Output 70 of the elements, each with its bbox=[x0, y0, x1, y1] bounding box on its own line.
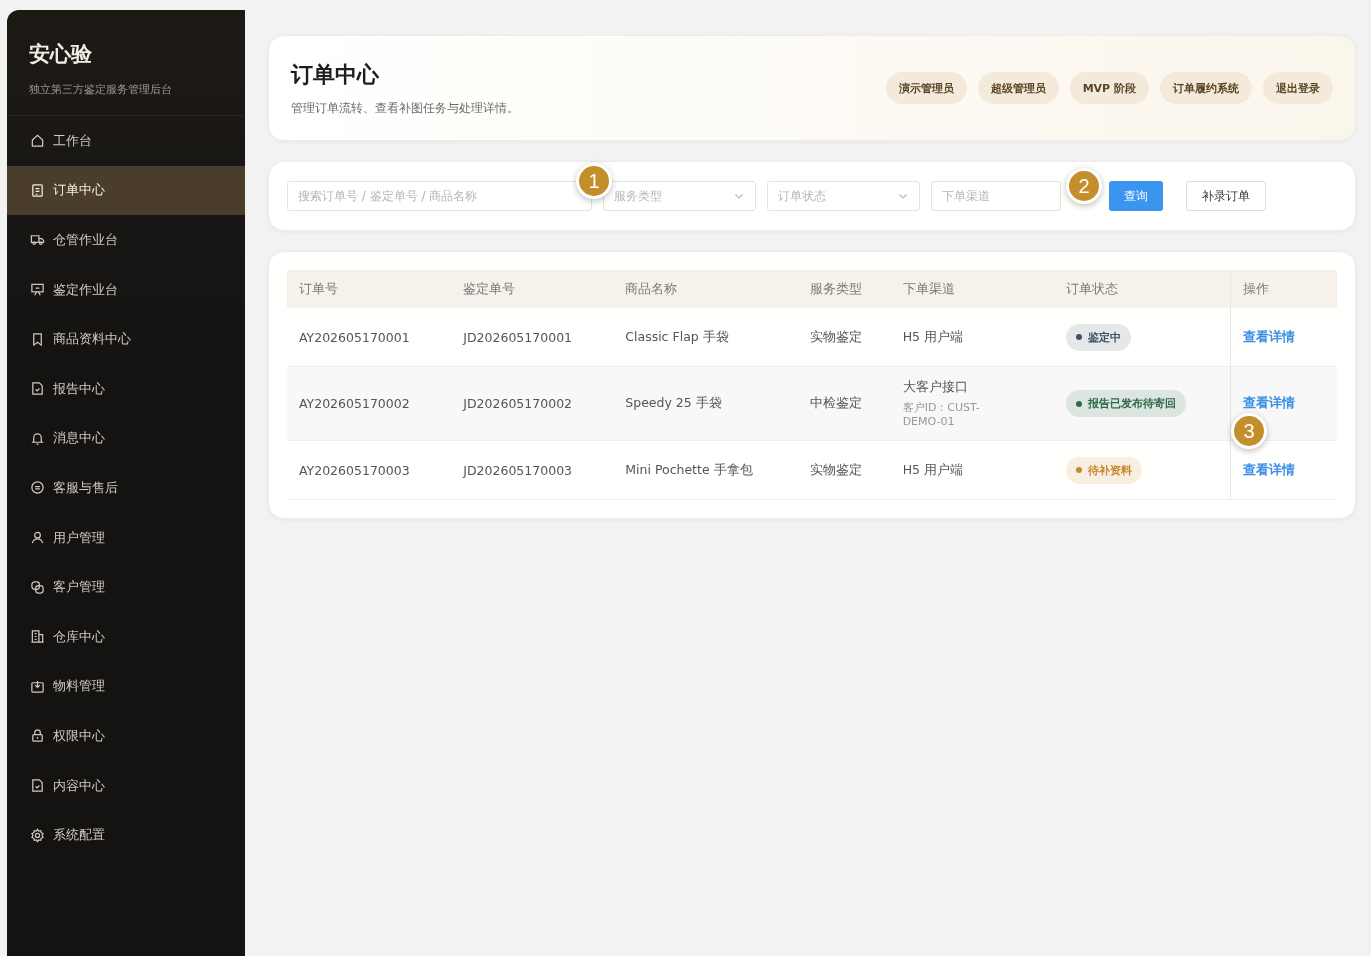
channel-text: H5 用户端 bbox=[902, 328, 964, 346]
linked-squares-icon bbox=[30, 579, 45, 595]
chat-icon bbox=[30, 480, 45, 496]
customer-id-text: 客户ID：CUST-DEMO-01 bbox=[902, 400, 981, 428]
status-label: 报告已发布待寄回 bbox=[1088, 396, 1177, 411]
header-chip[interactable]: 演示管理员 bbox=[885, 72, 967, 104]
sidebar-item[interactable]: 物料管理 bbox=[7, 661, 245, 712]
sidebar-item[interactable]: 仓管作业台 bbox=[7, 215, 245, 265]
sidebar-item[interactable]: 订单中心 bbox=[7, 165, 245, 216]
sidebar-item[interactable]: 客户管理 bbox=[7, 562, 245, 612]
table-cell: JD202605170003 bbox=[451, 440, 614, 500]
column-header: 操作 bbox=[1230, 270, 1337, 308]
channel-field[interactable]: 下单渠道 bbox=[931, 181, 1061, 211]
header-chip[interactable]: MVP 阶段 bbox=[1069, 72, 1149, 104]
page-title: 订单中心 bbox=[291, 60, 380, 89]
sidebar-item[interactable]: 仓库中心 bbox=[7, 611, 245, 662]
sidebar-item[interactable]: 客服与售后 bbox=[7, 463, 245, 513]
table-cell: AY202605170001 bbox=[287, 308, 452, 367]
brand-name: 安心验 bbox=[29, 41, 93, 68]
document-check-icon bbox=[30, 381, 45, 397]
status-label: 待补资料 bbox=[1088, 462, 1133, 478]
add-order-button[interactable]: 补录订单 bbox=[1186, 181, 1266, 211]
table-cell: Speedy 25 手袋 bbox=[613, 366, 798, 441]
header-chip[interactable]: 退出登录 bbox=[1263, 72, 1333, 104]
sidebar-item[interactable]: 商品资料中心 bbox=[7, 314, 245, 364]
table-cell: Mini Pochette 手拿包 bbox=[613, 440, 798, 500]
header-chip[interactable]: 订单履约系统 bbox=[1160, 72, 1252, 104]
table-cell: 实物鉴定 bbox=[797, 308, 891, 367]
table-cell: Classic Flap 手袋 bbox=[613, 308, 798, 367]
column-header: 商品名称 bbox=[613, 270, 798, 308]
presentation-board-icon bbox=[30, 282, 45, 298]
callout-marker: 3 bbox=[1231, 413, 1267, 449]
document-icon bbox=[30, 182, 45, 198]
table-cell: AY202605170002 bbox=[287, 366, 452, 441]
sidebar-item[interactable]: 报告中心 bbox=[7, 363, 245, 414]
callout-marker: 2 bbox=[1066, 168, 1102, 204]
settings-icon bbox=[30, 827, 45, 843]
column-header: 服务类型 bbox=[797, 270, 891, 308]
table-cell: JD202605170001 bbox=[451, 308, 614, 367]
home-icon bbox=[30, 133, 45, 149]
column-header: 鉴定单号 bbox=[451, 270, 614, 308]
brand-subtitle: 独立第三方鉴定服务管理后台 bbox=[29, 82, 173, 97]
bookmark-icon bbox=[30, 331, 45, 347]
table-cell: JD202605170002 bbox=[451, 366, 614, 441]
channel-text: H5 用户端 bbox=[902, 461, 964, 479]
sidebar-item[interactable]: 用户管理 bbox=[7, 512, 245, 563]
truck-icon bbox=[30, 232, 45, 248]
status-label: 鉴定中 bbox=[1088, 329, 1122, 345]
table-cell: AY202605170003 bbox=[287, 440, 452, 500]
user-icon bbox=[30, 530, 45, 546]
column-header: 订单状态 bbox=[1054, 270, 1231, 308]
lock-icon bbox=[30, 728, 45, 744]
column-header: 下单渠道 bbox=[890, 270, 1055, 308]
sidebar-item[interactable]: 鉴定作业台 bbox=[7, 264, 245, 315]
bell-icon bbox=[30, 430, 45, 446]
sidebar-item[interactable]: 系统配置 bbox=[7, 810, 245, 860]
channel-text: 大客户接口 bbox=[902, 379, 969, 396]
document-check-icon bbox=[30, 778, 45, 793]
header-chip[interactable]: 超级管理员 bbox=[977, 72, 1059, 104]
box-icon bbox=[30, 678, 45, 694]
column-header: 订单号 bbox=[287, 270, 452, 308]
sidebar-item[interactable]: 内容中心 bbox=[7, 760, 245, 811]
sidebar-item[interactable]: 工作台 bbox=[7, 116, 245, 166]
building-icon bbox=[30, 629, 45, 645]
page-subtitle: 管理订单流转、查看补图任务与处理详情。 bbox=[291, 99, 519, 117]
table-cell: 实物鉴定 bbox=[797, 440, 891, 500]
table-cell: 中检鉴定 bbox=[797, 366, 891, 441]
sidebar-item[interactable]: 权限中心 bbox=[7, 711, 245, 761]
callout-marker: 1 bbox=[576, 163, 612, 199]
sidebar-item[interactable]: 消息中心 bbox=[7, 413, 245, 464]
